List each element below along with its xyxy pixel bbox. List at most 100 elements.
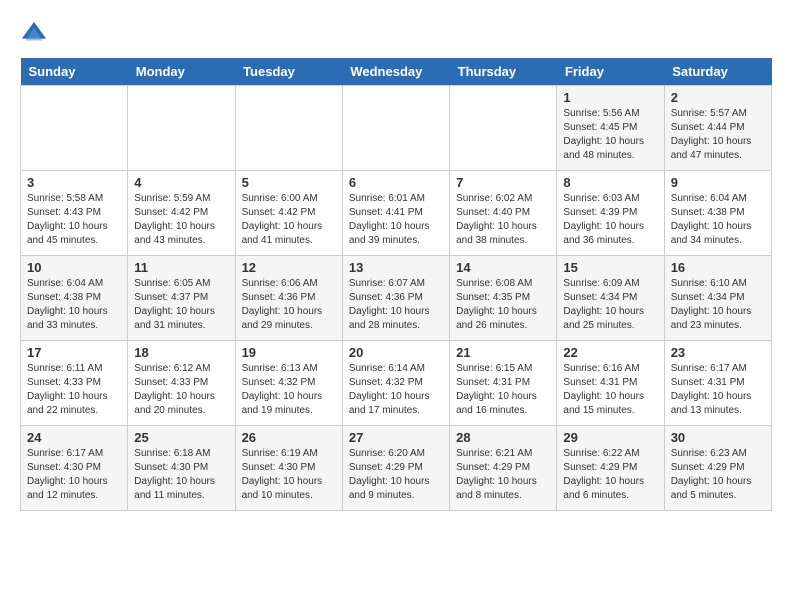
day-number: 5 [242, 175, 336, 190]
day-detail: Sunrise: 5:56 AM Sunset: 4:45 PM Dayligh… [563, 107, 657, 163]
day-number: 25 [134, 430, 228, 445]
page-header [20, 20, 772, 48]
calendar-cell: 22 Sunrise: 6:16 AM Sunset: 4:31 PM Dayli… [557, 341, 664, 426]
calendar-cell [21, 86, 128, 171]
day-number: 17 [27, 345, 121, 360]
calendar-cell: 9Sunrise: 6:04 AM Sunset: 4:38 PM Daylig… [664, 171, 771, 256]
day-detail: Sunrise: 6:07 AM Sunset: 4:36 PM Dayligh… [349, 277, 443, 333]
calendar-table: SundayMondayTuesdayWednesdayThursdayFrid… [20, 58, 772, 511]
calendar-cell [342, 86, 449, 171]
day-detail: Sunrise: 6:17 AM Sunset: 4:31 PM Dayligh… [671, 362, 765, 418]
day-detail: Sunrise: 6:01 AM Sunset: 4:41 PM Dayligh… [349, 192, 443, 248]
calendar-week-row: 1 Sunrise: 5:56 AM Sunset: 4:45 PM Daylig… [21, 86, 772, 171]
day-number: 22 [563, 345, 657, 360]
day-number: 2 [671, 90, 765, 105]
calendar-cell: 24Sunrise: 6:17 AM Sunset: 4:30 PM Dayli… [21, 426, 128, 511]
day-number: 7 [456, 175, 550, 190]
calendar-cell: 17 Sunrise: 6:11 AM Sunset: 4:33 PM Dayli… [21, 341, 128, 426]
day-number: 1 [563, 90, 657, 105]
calendar-cell: 2 Sunrise: 5:57 AM Sunset: 4:44 PM Daylig… [664, 86, 771, 171]
day-number: 29 [563, 430, 657, 445]
calendar-cell: 29 Sunrise: 6:22 AM Sunset: 4:29 PM Dayli… [557, 426, 664, 511]
day-detail: Sunrise: 5:57 AM Sunset: 4:44 PM Dayligh… [671, 107, 765, 163]
calendar-cell: 4 Sunrise: 5:59 AM Sunset: 4:42 PM Daylig… [128, 171, 235, 256]
day-number: 4 [134, 175, 228, 190]
calendar-cell: 19 Sunrise: 6:13 AM Sunset: 4:32 PM Dayli… [235, 341, 342, 426]
day-number: 18 [134, 345, 228, 360]
weekday-header: Sunday [21, 58, 128, 86]
day-detail: Sunrise: 5:59 AM Sunset: 4:42 PM Dayligh… [134, 192, 228, 248]
day-number: 8 [563, 175, 657, 190]
day-detail: Sunrise: 6:16 AM Sunset: 4:31 PM Dayligh… [563, 362, 657, 418]
calendar-cell: 18 Sunrise: 6:12 AM Sunset: 4:33 PM Dayli… [128, 341, 235, 426]
weekday-header: Saturday [664, 58, 771, 86]
day-detail: Sunrise: 6:11 AM Sunset: 4:33 PM Dayligh… [27, 362, 121, 418]
calendar-cell: 28 Sunrise: 6:21 AM Sunset: 4:29 PM Dayli… [450, 426, 557, 511]
calendar-cell [128, 86, 235, 171]
day-number: 27 [349, 430, 443, 445]
day-detail: Sunrise: 6:03 AM Sunset: 4:39 PM Dayligh… [563, 192, 657, 248]
calendar-cell: 6Sunrise: 6:01 AM Sunset: 4:41 PM Daylig… [342, 171, 449, 256]
calendar-cell: 27 Sunrise: 6:20 AM Sunset: 4:29 PM Dayli… [342, 426, 449, 511]
weekday-header: Friday [557, 58, 664, 86]
day-detail: Sunrise: 6:13 AM Sunset: 4:32 PM Dayligh… [242, 362, 336, 418]
day-number: 21 [456, 345, 550, 360]
calendar-cell: 14Sunrise: 6:08 AM Sunset: 4:35 PM Dayli… [450, 256, 557, 341]
weekday-header: Thursday [450, 58, 557, 86]
day-number: 13 [349, 260, 443, 275]
day-number: 10 [27, 260, 121, 275]
logo-icon [20, 20, 48, 48]
day-detail: Sunrise: 6:02 AM Sunset: 4:40 PM Dayligh… [456, 192, 550, 248]
weekday-header: Monday [128, 58, 235, 86]
day-detail: Sunrise: 6:04 AM Sunset: 4:38 PM Dayligh… [27, 277, 121, 333]
day-number: 3 [27, 175, 121, 190]
weekday-header: Tuesday [235, 58, 342, 86]
day-detail: Sunrise: 6:12 AM Sunset: 4:33 PM Dayligh… [134, 362, 228, 418]
calendar-week-row: 17 Sunrise: 6:11 AM Sunset: 4:33 PM Dayli… [21, 341, 772, 426]
calendar-cell: 10 Sunrise: 6:04 AM Sunset: 4:38 PM Dayli… [21, 256, 128, 341]
day-detail: Sunrise: 6:18 AM Sunset: 4:30 PM Dayligh… [134, 447, 228, 503]
calendar-cell: 20 Sunrise: 6:14 AM Sunset: 4:32 PM Dayli… [342, 341, 449, 426]
calendar-header-row: SundayMondayTuesdayWednesdayThursdayFrid… [21, 58, 772, 86]
day-number: 28 [456, 430, 550, 445]
day-detail: Sunrise: 6:21 AM Sunset: 4:29 PM Dayligh… [456, 447, 550, 503]
day-detail: Sunrise: 6:06 AM Sunset: 4:36 PM Dayligh… [242, 277, 336, 333]
calendar-cell: 1 Sunrise: 5:56 AM Sunset: 4:45 PM Daylig… [557, 86, 664, 171]
day-number: 15 [563, 260, 657, 275]
day-number: 14 [456, 260, 550, 275]
day-number: 26 [242, 430, 336, 445]
calendar-cell: 5 Sunrise: 6:00 AM Sunset: 4:42 PM Daylig… [235, 171, 342, 256]
calendar-cell: 7 Sunrise: 6:02 AM Sunset: 4:40 PM Daylig… [450, 171, 557, 256]
day-detail: Sunrise: 6:14 AM Sunset: 4:32 PM Dayligh… [349, 362, 443, 418]
calendar-cell: 12 Sunrise: 6:06 AM Sunset: 4:36 PM Dayli… [235, 256, 342, 341]
calendar-cell: 3Sunrise: 5:58 AM Sunset: 4:43 PM Daylig… [21, 171, 128, 256]
day-detail: Sunrise: 6:20 AM Sunset: 4:29 PM Dayligh… [349, 447, 443, 503]
calendar-cell: 25 Sunrise: 6:18 AM Sunset: 4:30 PM Dayli… [128, 426, 235, 511]
day-detail: Sunrise: 6:09 AM Sunset: 4:34 PM Dayligh… [563, 277, 657, 333]
calendar-cell: 26 Sunrise: 6:19 AM Sunset: 4:30 PM Dayli… [235, 426, 342, 511]
calendar-cell: 30Sunrise: 6:23 AM Sunset: 4:29 PM Dayli… [664, 426, 771, 511]
day-number: 30 [671, 430, 765, 445]
day-detail: Sunrise: 6:00 AM Sunset: 4:42 PM Dayligh… [242, 192, 336, 248]
day-detail: Sunrise: 6:22 AM Sunset: 4:29 PM Dayligh… [563, 447, 657, 503]
calendar-cell: 16 Sunrise: 6:10 AM Sunset: 4:34 PM Dayli… [664, 256, 771, 341]
calendar-cell: 11 Sunrise: 6:05 AM Sunset: 4:37 PM Dayli… [128, 256, 235, 341]
day-number: 12 [242, 260, 336, 275]
day-detail: Sunrise: 6:05 AM Sunset: 4:37 PM Dayligh… [134, 277, 228, 333]
calendar-cell [235, 86, 342, 171]
day-detail: Sunrise: 6:15 AM Sunset: 4:31 PM Dayligh… [456, 362, 550, 418]
day-number: 16 [671, 260, 765, 275]
weekday-header: Wednesday [342, 58, 449, 86]
day-detail: Sunrise: 6:19 AM Sunset: 4:30 PM Dayligh… [242, 447, 336, 503]
calendar-cell [450, 86, 557, 171]
day-detail: Sunrise: 6:04 AM Sunset: 4:38 PM Dayligh… [671, 192, 765, 248]
logo [20, 20, 52, 48]
day-number: 20 [349, 345, 443, 360]
calendar-week-row: 3Sunrise: 5:58 AM Sunset: 4:43 PM Daylig… [21, 171, 772, 256]
day-number: 23 [671, 345, 765, 360]
day-number: 19 [242, 345, 336, 360]
calendar-cell: 8 Sunrise: 6:03 AM Sunset: 4:39 PM Daylig… [557, 171, 664, 256]
day-detail: Sunrise: 6:10 AM Sunset: 4:34 PM Dayligh… [671, 277, 765, 333]
day-number: 11 [134, 260, 228, 275]
day-detail: Sunrise: 6:17 AM Sunset: 4:30 PM Dayligh… [27, 447, 121, 503]
